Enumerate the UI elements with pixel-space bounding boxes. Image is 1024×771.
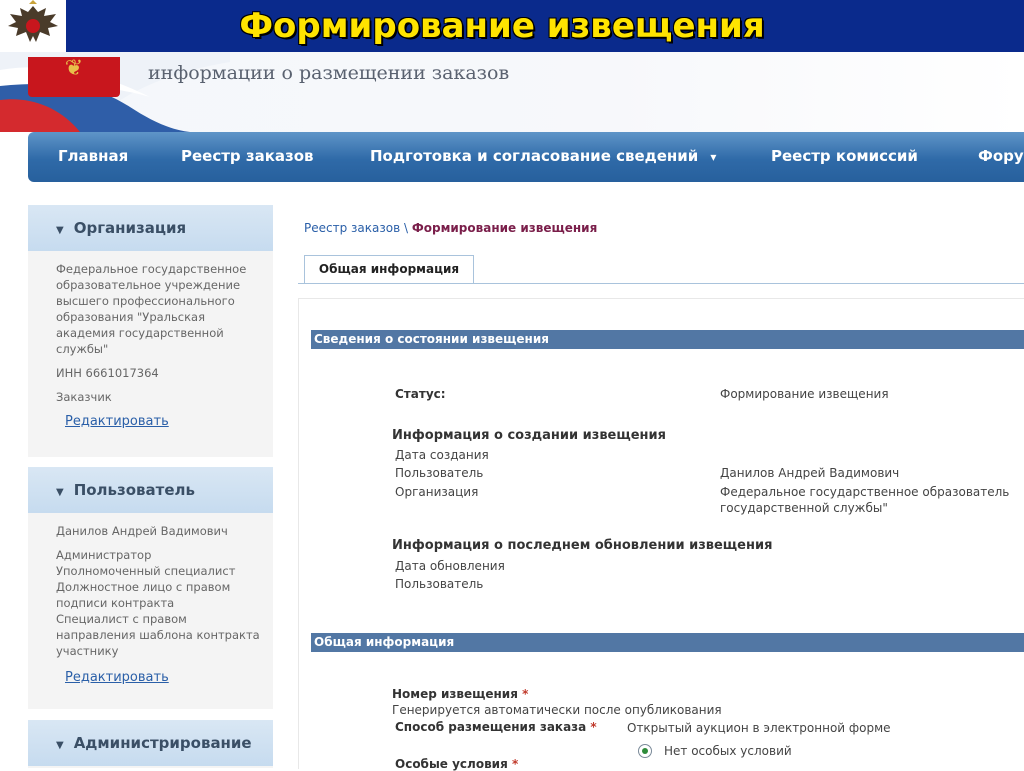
nav-item-preparation[interactable]: Подготовка и согласование сведений ▾ [370,132,716,182]
sidebar-panel-user: ▼ Пользователь Данилов Андрей Вадимович А… [28,467,273,709]
notice-number-label-text: Номер извещения [392,687,518,701]
breadcrumb-current: Формирование извещения [411,221,598,235]
user-role: Специалист с правом направления шаблона … [56,612,260,658]
creation-org-label: Организация [395,485,479,499]
user-name: Данилов Андрей Вадимович [56,524,228,538]
no-special-conditions-label: Нет особых условий [664,744,792,758]
user-role: Должностное лицо с правом подписи контра… [56,580,231,610]
nav-item-orders-registry[interactable]: Реестр заказов [181,132,314,182]
section-header-status: Сведения о состоянии извещения [311,330,1024,349]
sidebar-panel-organization-header[interactable]: ▼ Организация [28,205,273,251]
edit-user-link[interactable]: Редактировать [65,670,169,686]
status-label: Статус: [395,387,446,401]
sidebar-panel-organization-title: Организация [73,219,187,237]
special-conditions-label: Особые условия * [395,757,518,771]
breadcrumb-separator: \ [403,221,409,235]
no-special-conditions-radio[interactable] [638,744,652,758]
section-header-general: Общая информация [311,633,1024,652]
update-user-label: Пользователь [395,577,484,591]
nav-item-forum[interactable]: Фору [978,132,1024,182]
slide-title: Формирование извещения [239,6,765,46]
chevron-down-icon: ▼ [56,487,64,498]
placement-method-value: Открытый аукцион в электронной форме [627,721,891,735]
chevron-down-icon: ▼ [56,225,64,236]
main-navigation: Главная Реестр заказов Подготовка и согл… [28,132,1024,182]
creation-user-value: Данилов Андрей Вадимович [720,466,900,480]
sidebar-panel-organization: ▼ Организация Федеральное государственное… [28,205,273,457]
site-subtitle: информации о размещении заказов [148,62,510,84]
special-conditions-label-text: Особые условия [395,757,508,771]
notice-number-hint: Генерируется автоматически после опублик… [392,703,722,717]
placement-method-label-text: Способ размещения заказа [395,720,587,734]
creation-org-value: Федеральное государственное образователь… [720,484,1009,516]
required-mark: * [522,687,529,701]
chevron-down-icon: ▼ [56,740,64,751]
update-date-label: Дата обновления [395,559,505,573]
organization-inn: ИНН 6661017364 [56,366,159,380]
placement-method-label: Способ размещения заказа * [395,720,597,734]
required-mark: * [590,720,597,734]
sidebar-panel-admin-title: Администрирование [73,734,252,752]
sidebar-panel-user-header[interactable]: ▼ Пользователь [28,467,273,513]
required-mark: * [511,757,519,771]
sidebar-panel-user-title: Пользователь [73,481,196,499]
tab-general-info[interactable]: Общая информация [304,255,474,284]
creation-org-value-line: Федеральное государственное образователь [720,485,1010,499]
status-value: Формирование извещения [720,387,889,401]
nav-item-preparation-label: Подготовка и согласование сведений [370,147,699,165]
creation-user-label: Пользователь [395,466,484,480]
user-role: Уполномоченный специалист [56,564,236,578]
breadcrumb: Реестр заказов \ Формирование извещения [304,221,597,235]
user-role: Администратор [56,548,152,562]
coat-of-arms-icon: ❦ [28,57,120,97]
creation-info-heading: Информация о создании извещения [392,428,666,443]
chevron-down-icon[interactable]: ▾ [710,150,716,164]
tab-divider [298,283,1024,284]
notice-number-label: Номер извещения * [392,687,528,701]
organization-role: Заказчик [56,390,112,404]
update-info-heading: Информация о последнем обновлении извеще… [392,538,773,553]
creation-date-label: Дата создания [395,448,489,462]
sidebar-panel-admin-header[interactable]: ▼ Администрирование [28,720,273,766]
creation-org-value-line: государственной службы" [720,501,888,515]
nav-item-home[interactable]: Главная [58,132,128,182]
nav-item-commissions-registry[interactable]: Реестр комиссий [771,132,918,182]
organization-name: Федеральное государственное образователь… [56,262,247,356]
slide-title-banner: Формирование извещения [0,0,1024,52]
breadcrumb-orders-registry-link[interactable]: Реестр заказов [304,221,400,235]
site-header: ❦ информации о размещении заказов [0,52,1024,132]
sidebar-panel-admin: ▼ Администрирование [28,720,273,768]
double-headed-eagle-emblem-icon [0,0,66,52]
edit-organization-link[interactable]: Редактировать [65,414,169,430]
